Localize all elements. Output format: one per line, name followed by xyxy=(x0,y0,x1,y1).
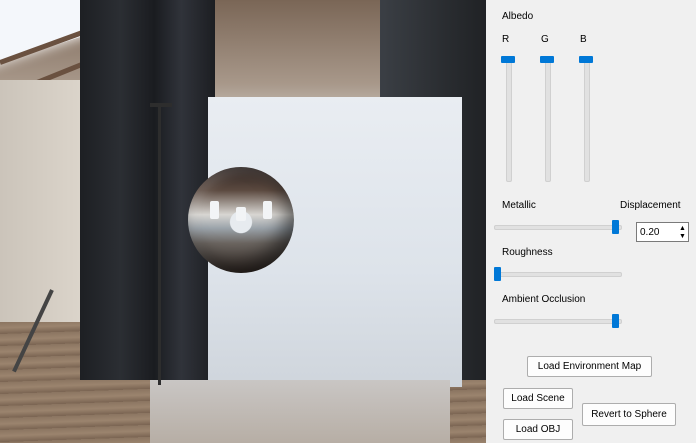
load-obj-button[interactable]: Load OBJ xyxy=(503,419,573,440)
floor-highlight xyxy=(150,380,450,443)
albedo-label: Albedo xyxy=(502,11,534,22)
displacement-spinbox[interactable]: ▲ ▼ xyxy=(636,222,689,242)
metallic-slider-track[interactable] xyxy=(494,225,622,230)
decrement-arrow-icon[interactable]: ▼ xyxy=(677,232,688,240)
albedo-g-label: G xyxy=(541,34,549,45)
reflection-window xyxy=(263,201,272,219)
roughness-slider-track[interactable] xyxy=(494,272,622,277)
chrome-sphere[interactable] xyxy=(188,167,294,273)
albedo-g-slider-track[interactable] xyxy=(545,60,551,182)
revert-to-sphere-button[interactable]: Revert to Sphere xyxy=(582,403,676,426)
displacement-label: Displacement xyxy=(620,200,681,211)
ambient-occlusion-slider-thumb[interactable] xyxy=(612,314,619,328)
ambient-occlusion-slider-track[interactable] xyxy=(494,319,622,324)
displacement-input[interactable] xyxy=(640,225,674,239)
albedo-r-slider-thumb[interactable] xyxy=(501,56,515,63)
load-environment-map-button[interactable]: Load Environment Map xyxy=(527,356,652,377)
light-stand xyxy=(158,105,161,385)
albedo-b-slider-track[interactable] xyxy=(584,60,590,182)
metallic-slider-thumb[interactable] xyxy=(612,220,619,234)
metallic-label: Metallic xyxy=(502,200,536,211)
albedo-r-slider-track[interactable] xyxy=(506,60,512,182)
increment-arrow-icon[interactable]: ▲ xyxy=(677,224,688,232)
light-stand-arm xyxy=(150,103,172,107)
albedo-b-label: B xyxy=(580,34,587,45)
load-scene-button[interactable]: Load Scene xyxy=(503,388,573,409)
albedo-b-slider-thumb[interactable] xyxy=(579,56,593,63)
albedo-g-slider-thumb[interactable] xyxy=(540,56,554,63)
albedo-r-label: R xyxy=(502,34,510,45)
ambient-occlusion-label: Ambient Occlusion xyxy=(502,294,586,305)
black-curtain xyxy=(80,0,215,380)
roughness-label: Roughness xyxy=(502,247,553,258)
render-viewport[interactable] xyxy=(0,0,486,443)
reflection-window xyxy=(210,201,219,219)
roughness-slider-thumb[interactable] xyxy=(494,267,501,281)
reflection-window xyxy=(236,207,246,221)
